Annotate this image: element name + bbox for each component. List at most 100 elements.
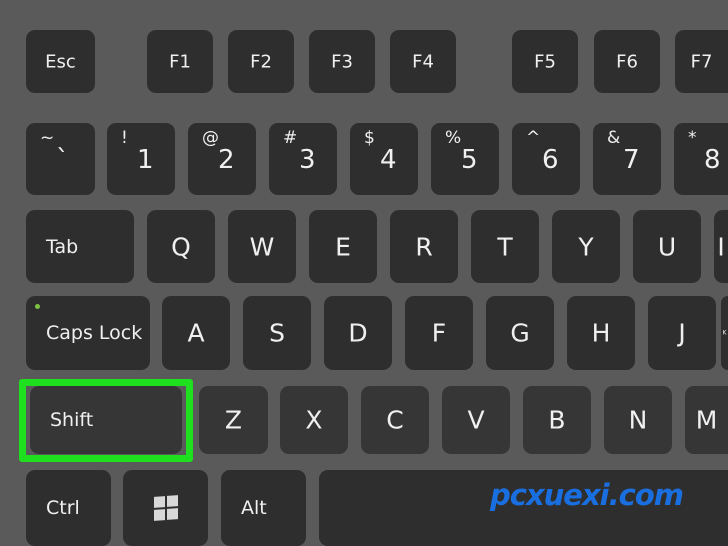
s-key[interactable]: S bbox=[243, 296, 311, 370]
key-label: M bbox=[695, 405, 718, 435]
key-primary-label: 6 bbox=[542, 145, 559, 175]
key-primary-label: 7 bbox=[623, 145, 640, 175]
key-label: E bbox=[335, 232, 351, 261]
8-key[interactable]: * 8 bbox=[674, 123, 728, 195]
key-shift-symbol: $ bbox=[364, 128, 375, 148]
5-key[interactable]: % 5 bbox=[431, 123, 499, 195]
key-shift-symbol: ~ bbox=[40, 128, 55, 148]
key-shift-symbol: * bbox=[688, 128, 697, 148]
key-label: N bbox=[628, 405, 648, 435]
key-label: G bbox=[510, 318, 530, 348]
e-key[interactable]: E bbox=[309, 210, 377, 283]
h-key[interactable]: H bbox=[567, 296, 635, 370]
i-key[interactable]: I bbox=[714, 210, 728, 283]
key-label: K bbox=[722, 329, 727, 337]
key-label: H bbox=[591, 318, 611, 348]
7-key[interactable]: & 7 bbox=[593, 123, 661, 195]
key-primary-label: 1 bbox=[137, 145, 154, 175]
4-key[interactable]: $4 bbox=[350, 123, 418, 195]
2-key[interactable]: @2 bbox=[188, 123, 256, 195]
ctrl-key[interactable]: Ctrl bbox=[26, 470, 111, 546]
key-label: Ctrl bbox=[46, 497, 80, 519]
key-label: F5 bbox=[534, 51, 556, 72]
key-label: V bbox=[467, 405, 485, 435]
key-label: Caps Lock bbox=[46, 322, 143, 344]
u-key[interactable]: U bbox=[633, 210, 701, 283]
watermark: pcxuexi.com bbox=[490, 478, 684, 512]
key-label: R bbox=[415, 232, 433, 261]
esc-key[interactable]: Esc bbox=[26, 30, 95, 93]
key-label: X bbox=[305, 405, 323, 435]
key-shift-symbol: ^ bbox=[526, 128, 541, 148]
--key[interactable]: ~ ` bbox=[26, 123, 95, 195]
key-label: Tab bbox=[46, 235, 79, 258]
1-key[interactable]: ! 1 bbox=[107, 123, 175, 195]
key-shift-symbol: & bbox=[607, 128, 621, 148]
key-label: J bbox=[678, 318, 686, 348]
key-label: S bbox=[269, 318, 285, 348]
windows-key[interactable] bbox=[123, 470, 208, 546]
key-label: C bbox=[386, 405, 404, 435]
v-key[interactable]: V bbox=[442, 386, 510, 454]
key-primary-label: 3 bbox=[299, 145, 316, 175]
key-label: Alt bbox=[241, 497, 267, 519]
key-label: F7 bbox=[690, 51, 713, 72]
y-key[interactable]: Y bbox=[552, 210, 620, 283]
key-shift-symbol: ! bbox=[121, 128, 128, 148]
f6-key[interactable]: F6 bbox=[594, 30, 660, 93]
windows-logo-icon bbox=[153, 495, 178, 521]
key-label: Q bbox=[171, 232, 191, 261]
key-label: Esc bbox=[45, 51, 76, 72]
key-shift-symbol: # bbox=[283, 128, 298, 148]
z-key[interactable]: Z bbox=[199, 386, 268, 454]
key-label: F bbox=[431, 318, 447, 348]
key-label: B bbox=[548, 405, 566, 435]
key-label: F1 bbox=[169, 51, 191, 72]
caps-lock-key[interactable]: Caps Lock bbox=[26, 296, 150, 370]
key-label: D bbox=[348, 318, 368, 348]
g-key[interactable]: G bbox=[486, 296, 554, 370]
f1-key[interactable]: F1 bbox=[147, 30, 213, 93]
key-label: A bbox=[187, 318, 205, 348]
key-label: T bbox=[497, 232, 513, 261]
c-key[interactable]: C bbox=[361, 386, 429, 454]
d-key[interactable]: D bbox=[324, 296, 392, 370]
6-key[interactable]: ^ 6 bbox=[512, 123, 580, 195]
key-primary-label: 2 bbox=[218, 145, 235, 175]
caps-lock-led-icon bbox=[35, 304, 40, 309]
key-primary-label: 5 bbox=[461, 145, 478, 175]
key-label: F2 bbox=[250, 51, 272, 72]
key-primary-label: 8 bbox=[704, 145, 721, 175]
key-label: F6 bbox=[616, 51, 638, 72]
q-key[interactable]: Q bbox=[147, 210, 215, 283]
x-key[interactable]: X bbox=[280, 386, 348, 454]
f4-key[interactable]: F4 bbox=[390, 30, 456, 93]
n-key[interactable]: N bbox=[604, 386, 672, 454]
3-key[interactable]: #3 bbox=[269, 123, 337, 195]
a-key[interactable]: A bbox=[162, 296, 230, 370]
t-key[interactable]: T bbox=[471, 210, 539, 283]
f5-key[interactable]: F5 bbox=[512, 30, 578, 93]
key-primary-label: ` bbox=[56, 145, 69, 175]
key-label: U bbox=[657, 232, 677, 261]
key-label: Z bbox=[224, 405, 243, 435]
r-key[interactable]: R bbox=[390, 210, 458, 283]
key-shift-symbol: % bbox=[445, 128, 462, 148]
tab-key[interactable]: Tab bbox=[26, 210, 134, 283]
key-label: F4 bbox=[412, 51, 434, 72]
key-label: W bbox=[249, 232, 275, 261]
m-key[interactable]: M bbox=[685, 386, 728, 454]
f7-key[interactable]: F7 bbox=[675, 30, 728, 93]
f3-key[interactable]: F3 bbox=[309, 30, 375, 93]
k-key[interactable]: K bbox=[721, 296, 728, 370]
key-label: I bbox=[717, 232, 725, 261]
f-key[interactable]: F bbox=[405, 296, 473, 370]
b-key[interactable]: B bbox=[523, 386, 591, 454]
shift-highlight-frame bbox=[19, 379, 193, 462]
f2-key[interactable]: F2 bbox=[228, 30, 294, 93]
key-primary-label: 4 bbox=[380, 145, 397, 175]
alt-key[interactable]: Alt bbox=[221, 470, 306, 546]
key-label: Y bbox=[578, 232, 594, 261]
w-key[interactable]: W bbox=[228, 210, 296, 283]
j-key[interactable]: J bbox=[648, 296, 716, 370]
